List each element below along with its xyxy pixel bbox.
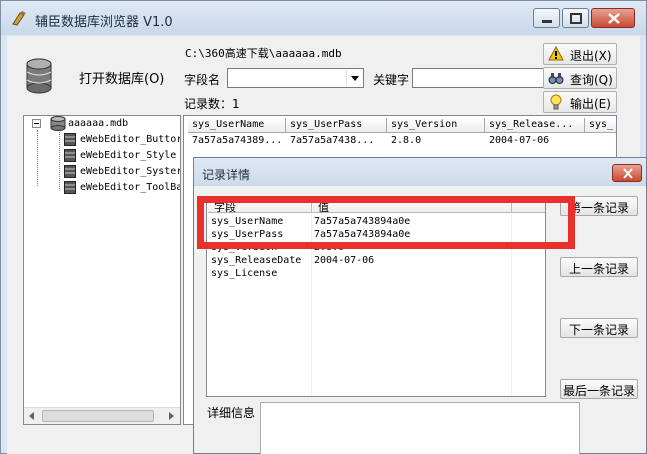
maximize-button[interactable]	[562, 8, 589, 28]
open-database-button[interactable]: 打开数据库(O)	[19, 44, 169, 108]
previous-record-button[interactable]: 上一条记录	[560, 257, 638, 277]
binoculars-icon	[548, 73, 564, 84]
tree-table-label: eWebEditor_Syster	[80, 166, 181, 177]
grid-cell[interactable]: 2.8.0	[387, 135, 485, 149]
tree-horizontal-scrollbar[interactable]	[24, 407, 180, 424]
grid-cell[interactable]: 7a57a5a74389...	[188, 135, 286, 149]
database-path: C:\360高速下载\aaaaaa.mdb	[185, 47, 342, 60]
keyword-input[interactable]	[412, 68, 544, 88]
tree-table-label: eWebEditor_Style	[80, 150, 177, 161]
highlight-annotation	[197, 196, 575, 249]
grid-column-header[interactable]: sys_Version	[387, 118, 485, 133]
output-label: 输出(E)	[570, 97, 611, 111]
chevron-down-icon	[346, 70, 359, 86]
last-record-button[interactable]: 最后一条记录	[560, 379, 638, 399]
table-tree[interactable]: aaaaaa.mdb eWebEditor_Buttor eWebEditor_…	[23, 115, 181, 425]
title-bar[interactable]: 辅臣数据库浏览器 V1.0	[1, 1, 646, 35]
detail-info-label: 详细信息	[207, 406, 256, 420]
scroll-left-icon	[29, 412, 34, 420]
table-icon	[64, 165, 76, 178]
table-icon	[64, 133, 76, 146]
exit-label: 退出(X)	[570, 49, 612, 63]
detail-value: 2004-07-06	[314, 255, 375, 266]
lightbulb-icon	[550, 94, 562, 110]
collapse-icon	[32, 119, 41, 128]
detail-row[interactable]: sys_License	[207, 268, 545, 281]
query-label: 查询(Q)	[570, 73, 613, 87]
table-icon	[64, 181, 76, 194]
detail-field: sys_ReleaseDate	[211, 255, 302, 266]
grid-column-header[interactable]: sys_UserName	[188, 118, 286, 133]
grid-cell[interactable]: 2004-07-06	[485, 135, 585, 149]
scrollbar-thumb[interactable]	[42, 410, 154, 422]
query-button[interactable]: 查询(Q)	[543, 67, 617, 89]
detail-info-textarea[interactable]	[260, 402, 580, 454]
scroll-right-icon	[169, 412, 174, 420]
detail-row[interactable]: sys_ReleaseDate 2004-07-06	[207, 255, 545, 268]
tree-connector	[59, 130, 60, 189]
close-icon	[608, 13, 620, 24]
close-button[interactable]	[591, 8, 635, 28]
minimize-icon	[542, 20, 552, 23]
grid-column-header[interactable]: sys_UserPass	[286, 118, 387, 133]
minimize-button[interactable]	[533, 8, 560, 28]
next-record-button[interactable]: 下一条记录	[560, 318, 638, 338]
grid-cell[interactable]: 7a57a5a7438...	[286, 135, 387, 149]
tree-connector	[37, 130, 38, 186]
keyword-label: 关键字	[373, 73, 410, 87]
grid-column-header[interactable]: sys_	[585, 118, 616, 133]
exit-button[interactable]: 退出(X)	[543, 43, 617, 65]
dialog-title-bar[interactable]: 记录详情	[194, 158, 646, 186]
app-icon	[12, 11, 26, 26]
grid-column-header[interactable]: sys_Release...	[485, 118, 585, 133]
field-name-label: 字段名	[184, 73, 221, 87]
dialog-title: 记录详情	[202, 168, 251, 182]
table-icon	[64, 149, 76, 162]
close-icon	[623, 168, 633, 179]
window-title: 辅臣数据库浏览器 V1.0	[35, 15, 173, 30]
tree-table-label: eWebEditor_Buttor	[80, 134, 181, 145]
record-count: 记录数：1	[184, 97, 240, 111]
dialog-close-button[interactable]	[612, 164, 642, 182]
maximize-icon	[570, 13, 582, 24]
field-name-select[interactable]	[227, 68, 364, 88]
tree-root-label: aaaaaa.mdb	[68, 118, 129, 129]
database-icon	[50, 116, 66, 131]
open-database-label: 打开数据库(O)	[79, 72, 165, 87]
output-button[interactable]: 输出(E)	[543, 91, 617, 113]
database-icon	[26, 58, 52, 94]
detail-field: sys_License	[211, 268, 278, 279]
warning-icon	[548, 46, 564, 61]
tree-table-label: eWebEditor_ToolBa	[80, 182, 181, 193]
